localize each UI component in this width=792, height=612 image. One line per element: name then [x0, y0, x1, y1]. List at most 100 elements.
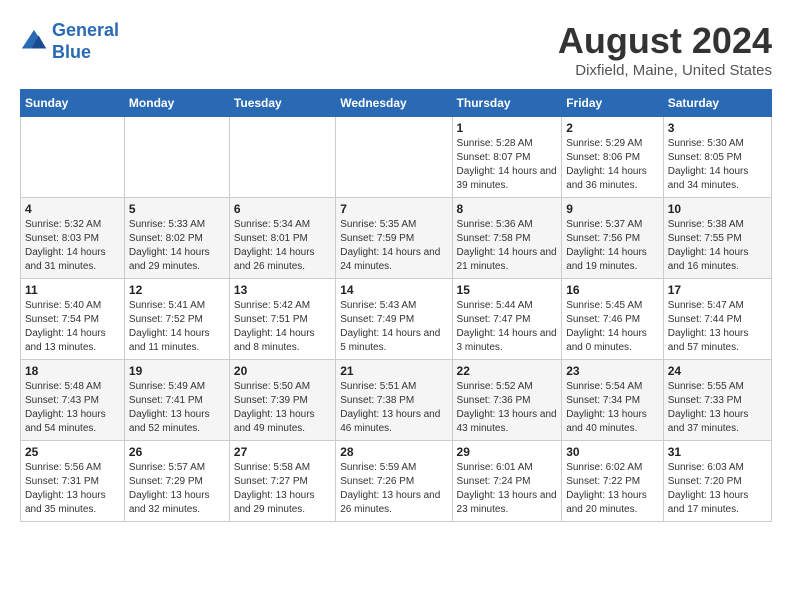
day-number: 14 — [340, 283, 447, 297]
calendar-cell — [124, 117, 229, 198]
day-number: 1 — [457, 121, 558, 135]
day-info: Sunrise: 5:32 AMSunset: 8:03 PMDaylight:… — [25, 218, 120, 274]
day-number: 3 — [668, 121, 767, 135]
calendar-cell: 17 Sunrise: 5:47 AMSunset: 7:44 PMDayligh… — [663, 279, 771, 360]
day-of-week-header: Thursday — [452, 90, 562, 117]
calendar-cell: 3 Sunrise: 5:30 AMSunset: 8:05 PMDaylight… — [663, 117, 771, 198]
calendar-header: SundayMondayTuesdayWednesdayThursdayFrid… — [21, 90, 772, 117]
calendar-cell: 25 Sunrise: 5:56 AMSunset: 7:31 PMDayligh… — [21, 441, 125, 522]
day-number: 19 — [129, 364, 225, 378]
day-number: 25 — [25, 445, 120, 459]
calendar-cell: 16 Sunrise: 5:45 AMSunset: 7:46 PMDayligh… — [562, 279, 664, 360]
calendar-cell: 18Sunrise: 5:48 AMSunset: 7:43 PMDayligh… — [21, 360, 125, 441]
calendar-cell: 14 Sunrise: 5:43 AMSunset: 7:49 PMDayligh… — [336, 279, 452, 360]
day-number: 7 — [340, 202, 447, 216]
day-number: 15 — [457, 283, 558, 297]
logo: General Blue — [20, 20, 119, 63]
day-number: 23 — [566, 364, 659, 378]
calendar-cell: 5 Sunrise: 5:33 AMSunset: 8:02 PMDaylight… — [124, 198, 229, 279]
calendar-week-row: 18Sunrise: 5:48 AMSunset: 7:43 PMDayligh… — [21, 360, 772, 441]
day-number: 17 — [668, 283, 767, 297]
day-info: Sunrise: 5:55 AMSunset: 7:33 PMDaylight:… — [668, 380, 767, 436]
day-number: 4 — [25, 202, 120, 216]
title-area: August 2024 Dixfield, Maine, United Stat… — [558, 20, 772, 79]
day-number: 6 — [234, 202, 331, 216]
calendar-week-row: 1Sunrise: 5:28 AMSunset: 8:07 PMDaylight… — [21, 117, 772, 198]
day-number: 22 — [457, 364, 558, 378]
calendar-table: SundayMondayTuesdayWednesdayThursdayFrid… — [20, 89, 772, 522]
day-info: Sunrise: 5:58 AMSunset: 7:27 PMDaylight:… — [234, 461, 331, 517]
logo-line1: General — [52, 20, 119, 40]
calendar-cell: 26Sunrise: 5:57 AMSunset: 7:29 PMDayligh… — [124, 441, 229, 522]
calendar-cell: 1Sunrise: 5:28 AMSunset: 8:07 PMDaylight… — [452, 117, 562, 198]
calendar-cell: 15 Sunrise: 5:44 AMSunset: 7:47 PMDayligh… — [452, 279, 562, 360]
calendar-cell: 24 Sunrise: 5:55 AMSunset: 7:33 PMDayligh… — [663, 360, 771, 441]
day-info: Sunrise: 5:38 AMSunset: 7:55 PMDaylight:… — [668, 218, 767, 274]
day-info: Sunrise: 5:44 AMSunset: 7:47 PMDaylight:… — [457, 299, 558, 355]
day-number: 9 — [566, 202, 659, 216]
day-info: Sunrise: 5:51 AMSunset: 7:38 PMDaylight:… — [340, 380, 447, 436]
day-number: 13 — [234, 283, 331, 297]
calendar-cell — [336, 117, 452, 198]
day-number: 16 — [566, 283, 659, 297]
day-info: Sunrise: 5:37 AMSunset: 7:56 PMDaylight:… — [566, 218, 659, 274]
logo-line2: Blue — [52, 42, 91, 62]
calendar-cell: 29Sunrise: 6:01 AMSunset: 7:24 PMDayligh… — [452, 441, 562, 522]
day-info: Sunrise: 5:52 AMSunset: 7:36 PMDaylight:… — [457, 380, 558, 436]
day-info: Sunrise: 5:42 AMSunset: 7:51 PMDaylight:… — [234, 299, 331, 355]
day-number: 10 — [668, 202, 767, 216]
calendar-week-row: 4 Sunrise: 5:32 AMSunset: 8:03 PMDaylight… — [21, 198, 772, 279]
day-number: 26 — [129, 445, 225, 459]
day-info: Sunrise: 5:36 AMSunset: 7:58 PMDaylight:… — [457, 218, 558, 274]
day-number: 31 — [668, 445, 767, 459]
day-of-week-header: Sunday — [21, 90, 125, 117]
day-number: 12 — [129, 283, 225, 297]
calendar-week-row: 25 Sunrise: 5:56 AMSunset: 7:31 PMDayligh… — [21, 441, 772, 522]
day-number: 20 — [234, 364, 331, 378]
day-info: Sunrise: 5:47 AMSunset: 7:44 PMDaylight:… — [668, 299, 767, 355]
subtitle: Dixfield, Maine, United States — [558, 62, 772, 79]
day-info: Sunrise: 5:43 AMSunset: 7:49 PMDaylight:… — [340, 299, 447, 355]
calendar-cell: 28Sunrise: 5:59 AMSunset: 7:26 PMDayligh… — [336, 441, 452, 522]
calendar-cell — [21, 117, 125, 198]
day-of-week-header: Monday — [124, 90, 229, 117]
calendar-cell: 21 Sunrise: 5:51 AMSunset: 7:38 PMDayligh… — [336, 360, 452, 441]
day-info: Sunrise: 5:49 AMSunset: 7:41 PMDaylight:… — [129, 380, 225, 436]
day-info: Sunrise: 6:01 AMSunset: 7:24 PMDaylight:… — [457, 461, 558, 517]
day-of-week-header: Tuesday — [229, 90, 335, 117]
day-number: 24 — [668, 364, 767, 378]
day-info: Sunrise: 6:03 AMSunset: 7:20 PMDaylight:… — [668, 461, 767, 517]
day-number: 21 — [340, 364, 447, 378]
calendar-cell: 20 Sunrise: 5:50 AMSunset: 7:39 PMDayligh… — [229, 360, 335, 441]
day-info: Sunrise: 5:33 AMSunset: 8:02 PMDaylight:… — [129, 218, 225, 274]
calendar-cell: 8Sunrise: 5:36 AMSunset: 7:58 PMDaylight… — [452, 198, 562, 279]
day-info: Sunrise: 5:45 AMSunset: 7:46 PMDaylight:… — [566, 299, 659, 355]
day-info: Sunrise: 5:50 AMSunset: 7:39 PMDaylight:… — [234, 380, 331, 436]
calendar-cell — [229, 117, 335, 198]
day-info: Sunrise: 5:41 AMSunset: 7:52 PMDaylight:… — [129, 299, 225, 355]
calendar-cell: 4 Sunrise: 5:32 AMSunset: 8:03 PMDaylight… — [21, 198, 125, 279]
calendar-cell: 22 Sunrise: 5:52 AMSunset: 7:36 PMDayligh… — [452, 360, 562, 441]
calendar-cell: 13 Sunrise: 5:42 AMSunset: 7:51 PMDayligh… — [229, 279, 335, 360]
day-info: Sunrise: 5:54 AMSunset: 7:34 PMDaylight:… — [566, 380, 659, 436]
calendar-cell: 7 Sunrise: 5:35 AMSunset: 7:59 PMDaylight… — [336, 198, 452, 279]
day-number: 11 — [25, 283, 120, 297]
header: General Blue August 2024 Dixfield, Maine… — [20, 20, 772, 79]
day-number: 27 — [234, 445, 331, 459]
day-of-week-header: Friday — [562, 90, 664, 117]
logo-icon — [20, 28, 48, 56]
day-info: Sunrise: 5:35 AMSunset: 7:59 PMDaylight:… — [340, 218, 447, 274]
day-of-week-header: Saturday — [663, 90, 771, 117]
calendar-cell: 31 Sunrise: 6:03 AMSunset: 7:20 PMDayligh… — [663, 441, 771, 522]
calendar-cell: 19 Sunrise: 5:49 AMSunset: 7:41 PMDayligh… — [124, 360, 229, 441]
day-info: Sunrise: 6:02 AMSunset: 7:22 PMDaylight:… — [566, 461, 659, 517]
day-number: 5 — [129, 202, 225, 216]
day-info: Sunrise: 5:29 AMSunset: 8:06 PMDaylight:… — [566, 137, 659, 193]
day-info: Sunrise: 5:48 AMSunset: 7:43 PMDaylight:… — [25, 380, 120, 436]
calendar-cell: 23 Sunrise: 5:54 AMSunset: 7:34 PMDayligh… — [562, 360, 664, 441]
logo-text: General Blue — [52, 20, 119, 63]
day-info: Sunrise: 5:30 AMSunset: 8:05 PMDaylight:… — [668, 137, 767, 193]
day-info: Sunrise: 5:56 AMSunset: 7:31 PMDaylight:… — [25, 461, 120, 517]
day-info: Sunrise: 5:59 AMSunset: 7:26 PMDaylight:… — [340, 461, 447, 517]
calendar-cell: 9 Sunrise: 5:37 AMSunset: 7:56 PMDaylight… — [562, 198, 664, 279]
